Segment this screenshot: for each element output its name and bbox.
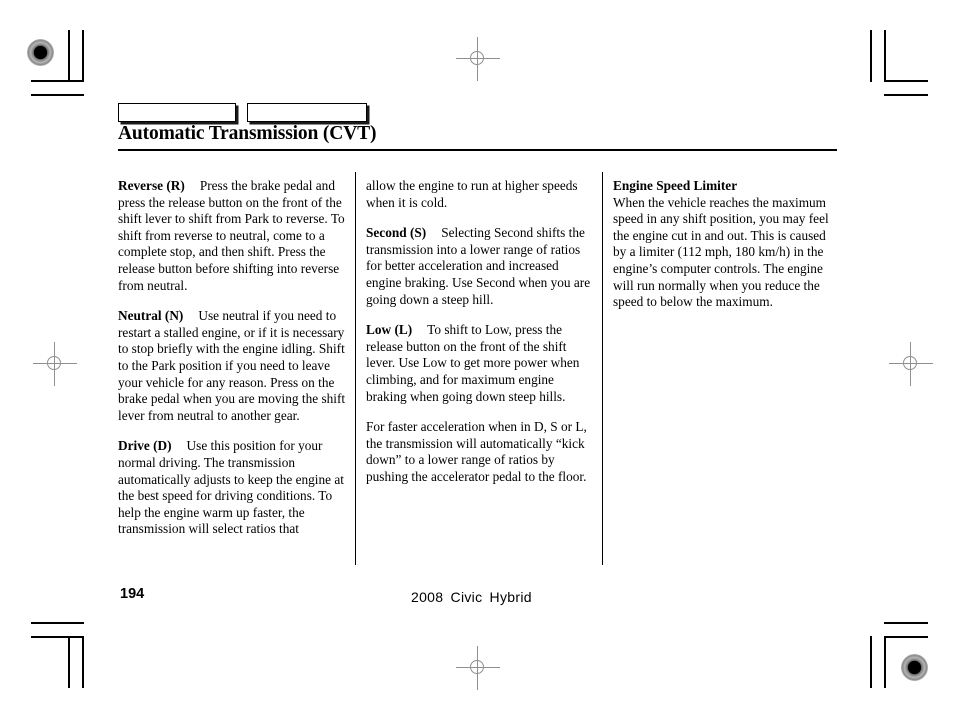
footer-page-number: 194 (120, 586, 145, 602)
paragraph-body-engine-speed-limiter: When the vehicle reaches the maximum spe… (613, 194, 829, 310)
page-title: Automatic Transmission (CVT) (118, 123, 377, 144)
column-divider-2 (602, 172, 603, 565)
paragraph-lead-low: Low (L) (366, 322, 413, 338)
paragraph-lead-reverse: Reverse (R) (118, 178, 185, 193)
text-column-3: Engine Speed Limiter When the vehicle rea… (613, 178, 841, 311)
text-column-2: allow the engine to run at higher speeds… (366, 178, 594, 486)
manual-page: Automatic Transmission (CVT) Reverse (R)… (0, 0, 954, 710)
paragraph-drive-continued: allow the engine to run at higher speeds… (366, 178, 594, 211)
paragraph-second: Second (S) Selecting Second shifts the tr… (366, 225, 594, 308)
section-tab-2[interactable] (247, 103, 367, 122)
paragraph-body-neutral: Use neutral if you need to restart a sta… (118, 308, 346, 423)
text-column-1: Reverse (R) Press the brake pedal and pre… (118, 178, 346, 538)
paragraph-lead-neutral: Neutral (N) (118, 308, 184, 324)
paragraph-drive: Drive (D) Use this position for your norm… (118, 438, 346, 538)
section-tab-boxes (118, 103, 367, 122)
subheading-engine-speed-limiter: Engine Speed Limiter (613, 178, 738, 193)
footer-model-name: 2008 Civic Hybrid (411, 589, 532, 605)
paragraph-lead-second: Second (S) (366, 225, 427, 241)
paragraph-neutral: Neutral (N) Use neutral if you need to re… (118, 308, 346, 424)
paragraph-low: Low (L) To shift to Low, press the releas… (366, 322, 594, 405)
title-divider-rule (118, 149, 837, 151)
column-divider-1 (355, 172, 356, 565)
paragraph-reverse: Reverse (R) Press the brake pedal and pre… (118, 178, 346, 294)
paragraph-engine-speed-limiter: Engine Speed Limiter When the vehicle rea… (613, 178, 841, 311)
paragraph-lead-drive: Drive (D) (118, 438, 172, 454)
paragraph-kickdown: For faster acceleration when in D, S or … (366, 419, 594, 485)
paragraph-body-drive-continued: allow the engine to run at higher speeds… (366, 178, 578, 210)
paragraph-body-kickdown: For faster acceleration when in D, S or … (366, 419, 587, 484)
paragraph-body-reverse: Press the brake pedal and press the rele… (118, 178, 345, 293)
section-tab-1[interactable] (118, 103, 236, 122)
